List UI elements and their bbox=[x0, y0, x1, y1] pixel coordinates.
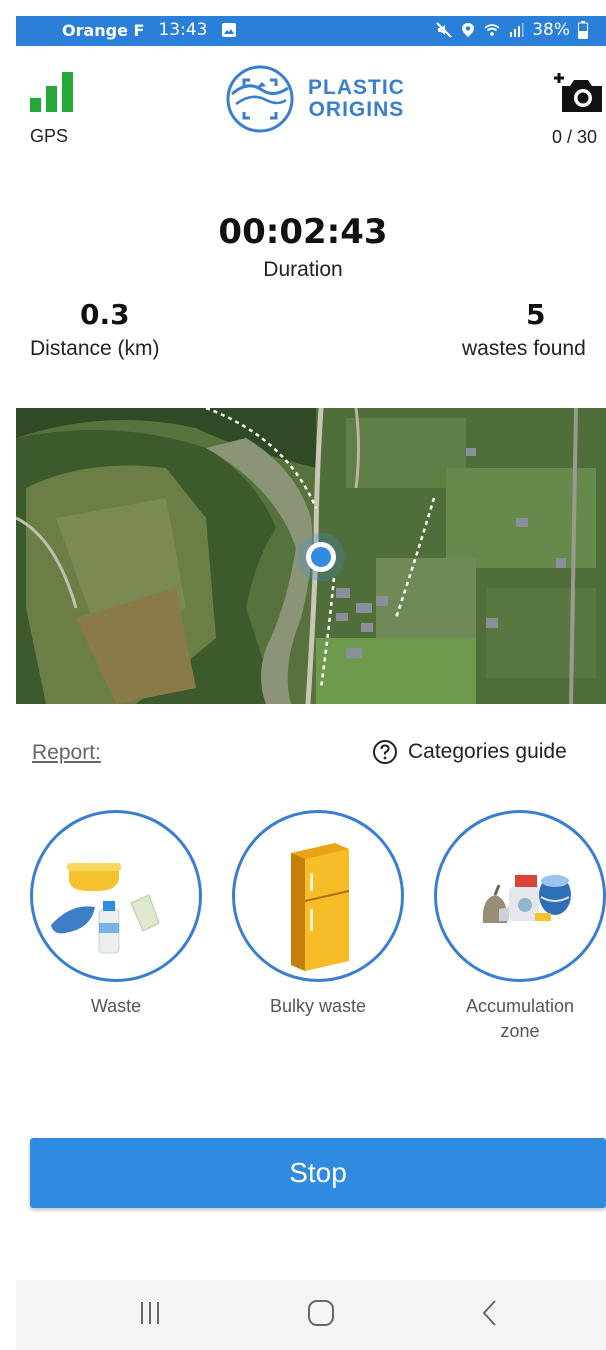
mute-icon bbox=[436, 22, 452, 38]
fridge-icon bbox=[291, 843, 350, 971]
gps-indicator: GPS bbox=[30, 72, 90, 147]
logo-line-2: ORIGINS bbox=[308, 98, 405, 121]
duration-label: Duration bbox=[263, 258, 343, 281]
signal-icon bbox=[510, 23, 524, 37]
categories-guide-link[interactable]: Categories guide bbox=[372, 739, 567, 765]
recent-apps-icon[interactable] bbox=[138, 1298, 162, 1328]
carrier-name: Orange F bbox=[62, 20, 145, 40]
duration-stat: 00:02:43 Duration bbox=[0, 212, 606, 282]
status-time: 13:43 bbox=[158, 20, 208, 40]
duration-value: 00:02:43 bbox=[218, 212, 388, 252]
stop-button[interactable]: Stop bbox=[30, 1138, 606, 1208]
photo-count: 0 / 30 bbox=[552, 127, 598, 147]
category-waste-button[interactable]: Waste bbox=[30, 810, 202, 1019]
battery-level: 38% bbox=[532, 20, 570, 40]
gallery-notification-icon bbox=[222, 23, 237, 37]
satellite-map[interactable] bbox=[16, 408, 606, 704]
distance-value: 0.3 bbox=[80, 298, 130, 331]
gps-label: GPS bbox=[30, 126, 69, 146]
map-imagery bbox=[16, 408, 606, 704]
category-waste-circle bbox=[30, 810, 202, 982]
back-icon[interactable] bbox=[480, 1298, 500, 1328]
help-circle-icon bbox=[373, 740, 397, 764]
wastes-stat: 5 wastes found bbox=[462, 298, 586, 361]
category-bulky-waste-circle bbox=[232, 810, 404, 982]
categories-guide-label: Categories guide bbox=[408, 740, 567, 763]
distance-stat: 0.3 Distance (km) bbox=[30, 298, 160, 361]
gps-signal-icon bbox=[30, 72, 90, 112]
accumulation-icon bbox=[482, 875, 571, 923]
home-icon[interactable] bbox=[306, 1298, 336, 1328]
category-accumulation-zone-button[interactable]: Accumulation zone bbox=[434, 810, 606, 1044]
app-logo: PLASTIC ORIGINS bbox=[222, 64, 405, 134]
logo-line-1: PLASTIC bbox=[308, 76, 405, 99]
location-icon bbox=[462, 23, 475, 37]
report-label: Report: bbox=[32, 741, 101, 764]
status-bar: Orange F 13:43 38% bbox=[16, 16, 606, 46]
location-dot-icon bbox=[297, 533, 345, 581]
category-waste-label: Waste bbox=[90, 996, 142, 1016]
wastes-label: wastes found bbox=[462, 337, 586, 360]
wastes-value: 5 bbox=[526, 298, 546, 331]
plastic-origins-logo-icon bbox=[226, 65, 294, 133]
waste-icon bbox=[51, 863, 160, 954]
category-accumulation-label-line2: zone bbox=[500, 1021, 540, 1041]
category-bulky-waste-label: Bulky waste bbox=[269, 996, 367, 1016]
category-accumulation-zone-circle bbox=[434, 810, 606, 982]
add-photo-icon bbox=[554, 73, 602, 112]
category-bulky-waste-button[interactable]: Bulky waste bbox=[232, 810, 404, 1019]
take-photo-button[interactable]: 0 / 30 bbox=[552, 68, 606, 148]
category-accumulation-zone-label: Accumulation zone bbox=[434, 994, 606, 1044]
battery-icon bbox=[578, 21, 588, 39]
system-nav-bar bbox=[16, 1280, 606, 1350]
category-accumulation-label-line1: Accumulation bbox=[465, 996, 575, 1016]
distance-label: Distance (km) bbox=[30, 337, 160, 360]
wifi-icon bbox=[484, 24, 500, 36]
